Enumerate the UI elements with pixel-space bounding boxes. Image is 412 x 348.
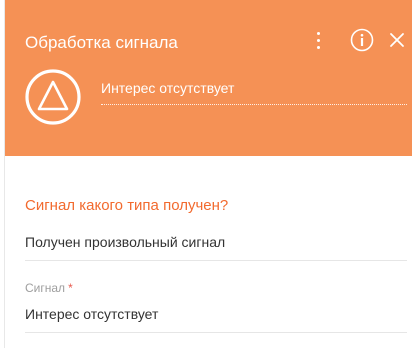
- kebab-menu-icon[interactable]: [314, 29, 324, 51]
- field-divider: [25, 332, 407, 333]
- signal-field-label: Сигнал *: [25, 281, 73, 295]
- signal-field[interactable]: Интерес отсутствует: [25, 306, 158, 322]
- signal-processing-panel: Обработка сигнала Интерес отсутствует Си…: [4, 0, 412, 348]
- panel-header: Обработка сигнала Интерес отсутствует: [5, 0, 412, 156]
- info-circle-icon[interactable]: [350, 28, 374, 52]
- status-value[interactable]: Интерес отсутствует: [101, 80, 234, 96]
- section-title: Сигнал какого типа получен?: [25, 197, 229, 214]
- close-icon[interactable]: [389, 32, 405, 48]
- required-mark: *: [68, 281, 73, 295]
- status-underline: [101, 104, 407, 105]
- signal-label-text: Сигнал: [25, 281, 66, 295]
- warning-triangle-icon: [25, 69, 81, 125]
- page-title: Обработка сигнала: [25, 33, 178, 52]
- field-divider: [25, 260, 407, 261]
- signal-type-field[interactable]: Получен произвольный сигнал: [25, 234, 225, 250]
